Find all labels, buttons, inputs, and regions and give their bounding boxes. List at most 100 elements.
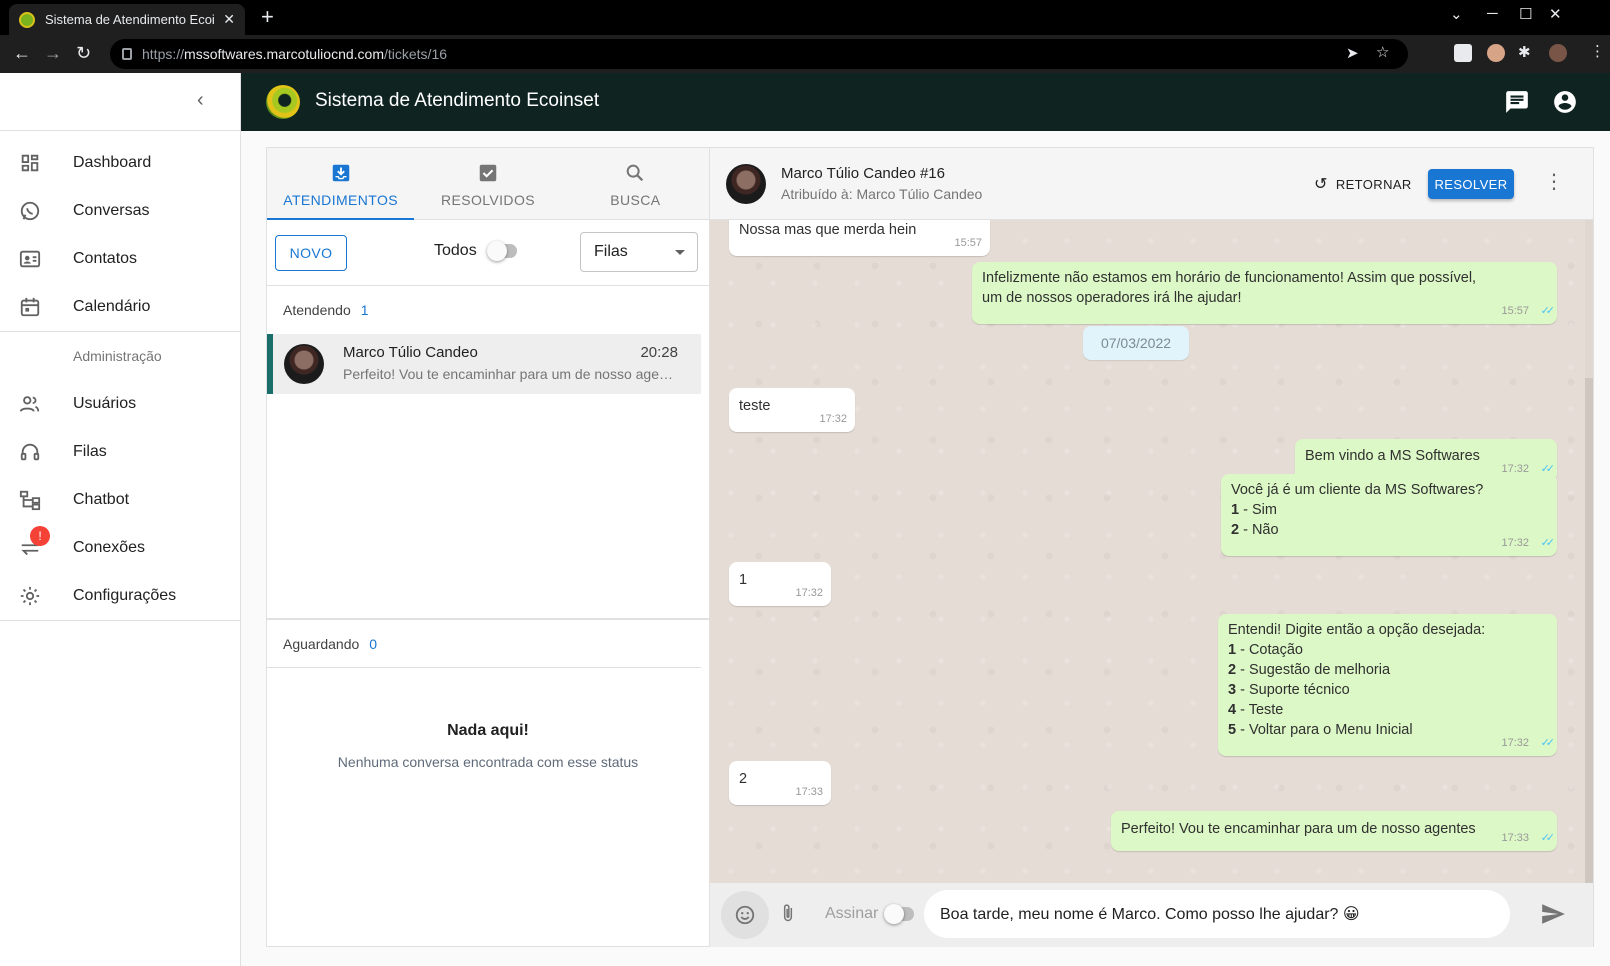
message-text: Infelizmente não estamos em horário de f…: [982, 270, 1477, 286]
tickets-tabs: ATENDIMENTOS RESOLVIDOS BUSCA: [267, 148, 709, 220]
extension-avatar-icon[interactable]: [1487, 44, 1505, 62]
message-time: 17:33: [1501, 832, 1529, 844]
sidebar-item-label: Calendário: [73, 298, 151, 315]
sidebar-item-label: Chatbot: [73, 491, 130, 508]
browser-tab[interactable]: Sistema de Atendimento Ecoinset ✕: [9, 4, 245, 35]
option-number: 2: [1228, 662, 1237, 678]
message-text: Nossa mas que merda hein: [739, 222, 917, 238]
message-input[interactable]: Boa tarde, meu nome é Marco. Como posso …: [924, 890, 1510, 938]
address-bar[interactable]: https://mssoftwares.marcotuliocnd.com/ti…: [110, 39, 1408, 69]
option-text: - Suporte técnico: [1236, 682, 1350, 698]
message-text: um de nossos operadores irá lhe ajudar!: [982, 290, 1242, 306]
browser-menu-icon[interactable]: ⋮: [1590, 42, 1605, 60]
avatar[interactable]: [726, 164, 766, 204]
sidebar-item-contatos[interactable]: Contatos: [0, 235, 240, 283]
sidebar-item-label: Usuários: [73, 395, 137, 412]
extensions-puzzle-icon[interactable]: ✱: [1518, 43, 1531, 61]
todos-switch[interactable]: [486, 241, 517, 261]
browser-toolbar: ← → ↻ https://mssoftwares.marcotuliocnd.…: [0, 35, 1610, 73]
read-ticks-icon: ✓✓: [1540, 737, 1556, 749]
sidebar-item-label: Conversas: [73, 202, 150, 219]
scrollbar-thumb[interactable]: [1585, 378, 1593, 883]
retornar-label: RETORNAR: [1335, 176, 1412, 192]
back-icon[interactable]: ←: [13, 42, 31, 64]
tab-search-icon[interactable]: ⌄: [1450, 5, 1463, 23]
share-icon[interactable]: ➤: [1346, 44, 1359, 62]
forward-icon[interactable]: →: [44, 42, 62, 64]
retornar-button[interactable]: ↺ RETORNAR: [1314, 169, 1412, 199]
message-input-bar: Assinar Boa tarde, meu nome é Marco. Com…: [710, 883, 1593, 947]
aguardando-count: 0: [369, 635, 378, 652]
attach-file-icon[interactable]: [778, 901, 798, 931]
minimize-icon[interactable]: ─: [1487, 5, 1498, 22]
option-number: 1: [1228, 642, 1237, 658]
account-circle-icon[interactable]: [1552, 89, 1578, 115]
todos-toggle[interactable]: Todos: [434, 241, 517, 261]
chevron-left-icon[interactable]: ‹: [197, 89, 204, 112]
sidebar-item-conexoes[interactable]: ! Conexões: [0, 524, 240, 572]
message-time: 15:57: [954, 237, 982, 249]
extension-icon[interactable]: [1454, 44, 1472, 62]
contacts-icon: [18, 247, 42, 271]
option-number: 4: [1228, 702, 1237, 718]
bookmark-star-icon[interactable]: ☆: [1376, 43, 1389, 61]
option-number: 5: [1228, 722, 1237, 738]
tickets-panel: ATENDIMENTOS RESOLVIDOS BUSCA NOVO Todos…: [266, 147, 710, 947]
todos-label: Todos: [434, 242, 477, 259]
whatsapp-icon: [18, 199, 42, 223]
message-text: teste: [739, 398, 771, 414]
ticket-info: Marco Túlio Candeo 20:28 Perfeito! Vou t…: [343, 344, 678, 382]
resolver-button[interactable]: RESOLVER: [1428, 169, 1514, 199]
tab-resolvidos[interactable]: RESOLVIDOS: [414, 148, 561, 219]
sidebar: ‹ Dashboard Conversas Contatos Calendári…: [0, 73, 241, 966]
option-text: - Voltar para o Menu Inicial: [1236, 722, 1413, 738]
close-tab-icon[interactable]: ✕: [223, 11, 235, 28]
sidebar-item-configuracoes[interactable]: Configurações: [0, 572, 240, 620]
sidebar-item-dashboard[interactable]: Dashboard: [0, 139, 240, 187]
site-favicon-icon: [19, 11, 35, 28]
tab-atendimentos[interactable]: ATENDIMENTOS: [267, 148, 414, 219]
message-bubble: teste 17:32: [729, 388, 855, 432]
option-text: - Teste: [1236, 702, 1284, 718]
maximize-icon[interactable]: ☐: [1519, 5, 1532, 23]
tab-busca[interactable]: BUSCA: [562, 148, 709, 219]
send-icon[interactable]: [1540, 901, 1566, 927]
message-option: 5 - Voltar para o Menu Inicial: [1228, 720, 1547, 740]
sidebar-item-usuarios[interactable]: Usuários: [0, 380, 240, 428]
sidebar-item-chatbot[interactable]: Chatbot: [0, 476, 240, 524]
tab-label: BUSCA: [610, 191, 661, 208]
chat-contact-name[interactable]: Marco Túlio Candeo #16: [781, 165, 945, 182]
emoji-button[interactable]: [721, 891, 769, 939]
sidebar-top: ‹: [0, 73, 240, 131]
message-bubble: Você já é um cliente da MS Softwares? 1 …: [1221, 474, 1557, 556]
more-options-icon[interactable]: ⋮: [1544, 172, 1564, 192]
ticket-item[interactable]: Marco Túlio Candeo 20:28 Perfeito! Vou t…: [267, 334, 701, 394]
messages-list: Nossa mas que merda hein 15:57 Infelizme…: [710, 220, 1593, 883]
option-text: - Sugestão de melhoria: [1236, 662, 1391, 678]
sidebar-item-conversas[interactable]: Conversas: [0, 187, 240, 235]
new-tab-button[interactable]: +: [261, 5, 274, 29]
sidebar-item-calendario[interactable]: Calendário: [0, 283, 240, 331]
assinar-toggle[interactable]: Assinar: [825, 904, 915, 924]
empty-state-title: Nada aqui!: [447, 722, 529, 739]
alert-badge: !: [30, 526, 50, 546]
chat-notifications-icon[interactable]: [1504, 89, 1530, 115]
sidebar-item-label: Dashboard: [73, 154, 152, 171]
message-text: 1: [739, 572, 748, 588]
empty-state-subtitle: Nenhuma conversa encontrada com esse sta…: [337, 754, 639, 770]
close-window-icon[interactable]: ✕: [1549, 5, 1562, 23]
filas-select[interactable]: Filas: [580, 232, 698, 272]
headset-icon: [18, 440, 42, 464]
reload-icon[interactable]: ↻: [76, 42, 91, 64]
sidebar-item-filas[interactable]: Filas: [0, 428, 240, 476]
browser-tab-title: Sistema de Atendimento Ecoinset: [45, 12, 215, 27]
novo-button[interactable]: NOVO: [275, 234, 347, 271]
message-time: 17:32: [1501, 537, 1529, 549]
assinar-switch[interactable]: [884, 904, 915, 924]
messages-scrollbar[interactable]: [1585, 220, 1593, 883]
filas-select-value: Filas: [594, 243, 628, 260]
date-separator: 07/03/2022: [1083, 326, 1189, 360]
profile-avatar-icon[interactable]: [1549, 44, 1567, 62]
message-bubble: 1 17:32: [729, 562, 831, 606]
option-text: - Cotação: [1236, 642, 1303, 658]
